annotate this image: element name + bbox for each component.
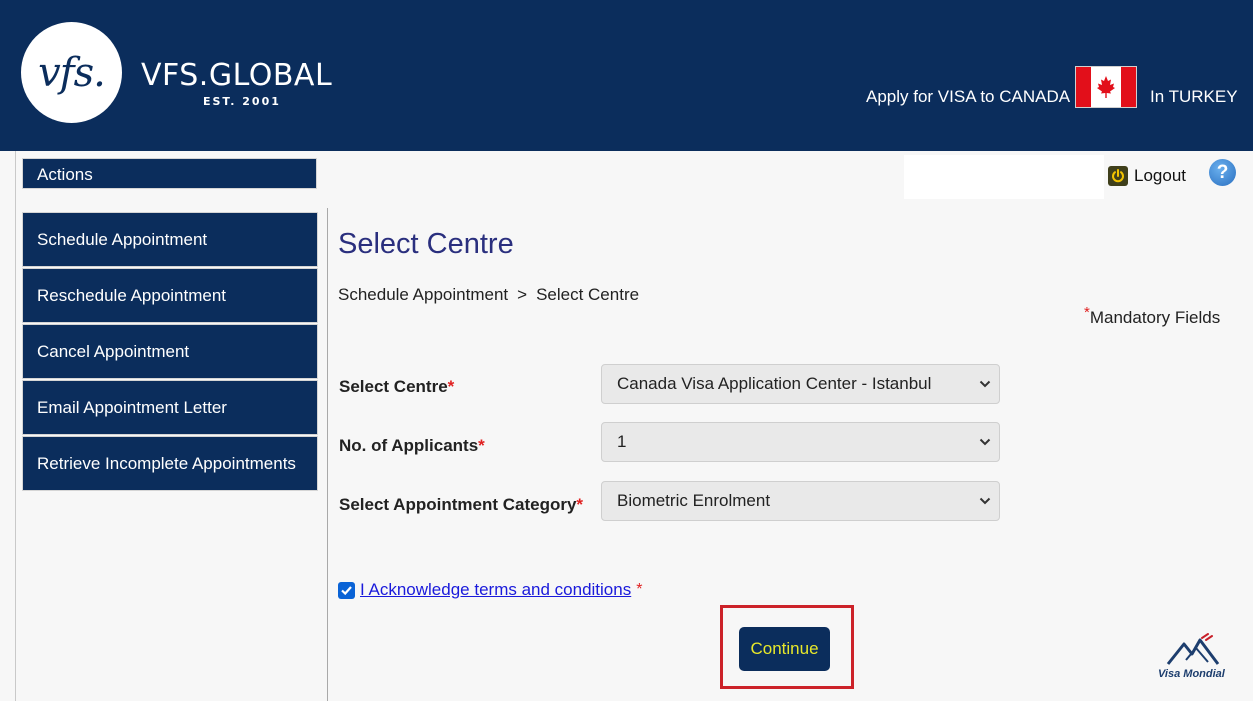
breadcrumb: Schedule Appointment > Select Centre [338,285,639,305]
logout-button[interactable]: Logout [1108,165,1186,187]
centre-select-value: Canada Visa Application Center - Istanbu… [617,374,932,393]
breadcrumb-parent[interactable]: Schedule Appointment [338,285,508,305]
acknowledge-row: I Acknowledge terms and conditions * [338,580,642,600]
required-mark: * [636,581,643,598]
site-header: vfs. VFS.GLOBAL EST. 2001 Apply for VISA… [0,0,1253,151]
sidebar-item-retrieve-incomplete[interactable]: Retrieve Incomplete Appointments [22,436,318,491]
category-select-value: Biometric Enrolment [617,491,771,510]
sidebar-item-cancel-appointment[interactable]: Cancel Appointment [22,324,318,379]
category-select[interactable]: Biometric Enrolment [601,481,1000,521]
category-label: Select Appointment Category* [339,495,584,514]
country-text: In TURKEY [1150,87,1238,106]
page-title: Select Centre [338,228,514,260]
applicants-label: No. of Applicants* [339,436,485,455]
logout-label: Logout [1134,166,1186,185]
sidebar-nav: Schedule Appointment Reschedule Appointm… [22,212,318,492]
vfs-logo-mark: vfs. [38,49,106,96]
power-icon [1108,166,1128,186]
vfs-logo[interactable]: vfs. [21,22,122,123]
visa-mondial-logo [1166,633,1220,665]
sidebar-item-reschedule-appointment[interactable]: Reschedule Appointment [22,268,318,323]
brand-name: VFS.GLOBAL [141,58,333,93]
continue-button[interactable]: Continue [739,627,830,671]
brand-est: EST. 2001 [203,95,281,108]
check-icon [341,585,352,595]
mandatory-label: Mandatory Fields [1089,308,1221,327]
help-icon[interactable]: ? [1209,159,1236,186]
apply-visa-text: Apply for VISA to CANADA [866,87,1071,106]
sidebar-item-email-appointment-letter[interactable]: Email Appointment Letter [22,380,318,435]
centre-label: Select Centre* [339,377,455,396]
visa-mondial-name: Visa Mondial [1158,668,1225,680]
applicants-select[interactable]: 1 [601,422,1000,462]
centre-select[interactable]: Canada Visa Application Center - Istanbu… [601,364,1000,404]
terms-link[interactable]: I Acknowledge terms and conditions [360,580,631,600]
chevron-down-icon [979,438,991,446]
breadcrumb-separator: > [517,285,528,304]
chevron-down-icon [979,380,991,388]
chevron-down-icon [979,497,991,505]
topbar-spacer [904,155,1104,199]
applicants-select-value: 1 [617,432,627,451]
canada-flag-icon [1076,67,1136,107]
actions-header: Actions [22,158,317,189]
sidebar-divider [327,208,328,701]
mandatory-note: *Mandatory Fields [1084,304,1220,328]
breadcrumb-current: Select Centre [536,285,640,304]
sidebar-item-schedule-appointment[interactable]: Schedule Appointment [22,212,318,267]
left-border [15,151,16,701]
acknowledge-checkbox[interactable] [338,581,355,599]
